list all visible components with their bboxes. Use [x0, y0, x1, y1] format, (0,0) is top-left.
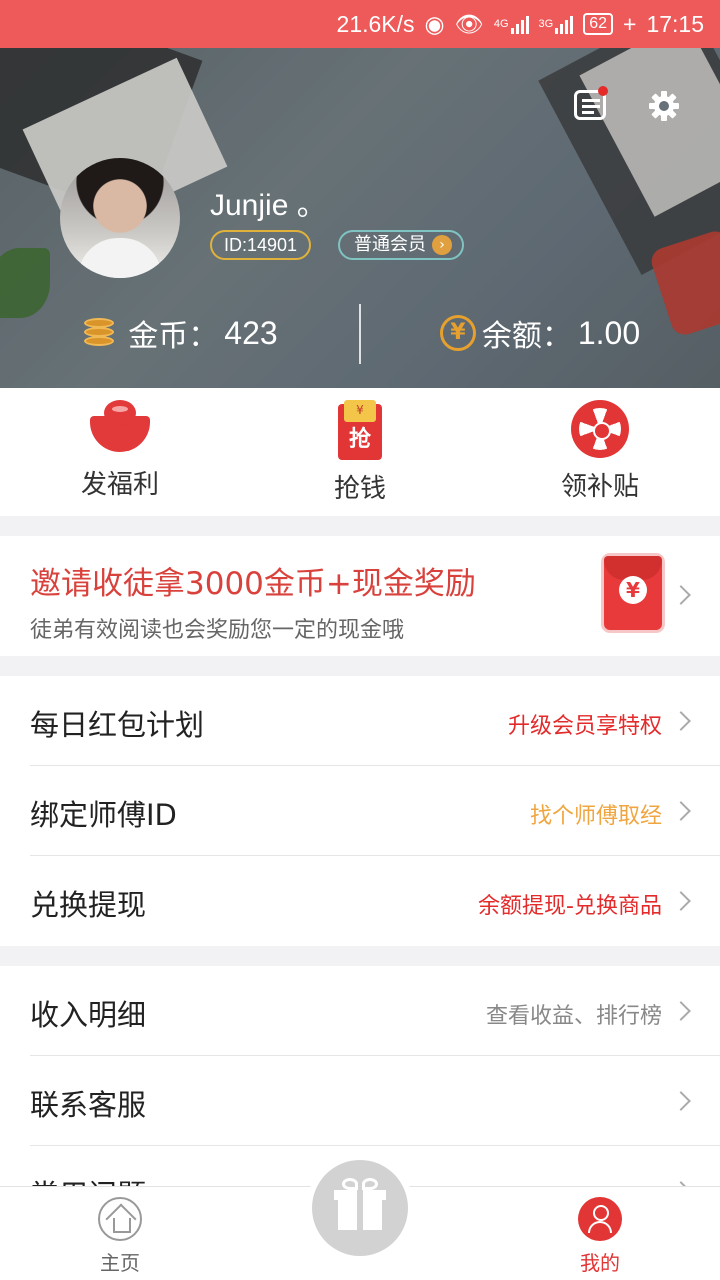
coins-label: 金币：	[128, 319, 219, 354]
hotspot-icon: ◉	[424, 10, 445, 37]
quick-action-label: 发福利	[80, 470, 159, 500]
balance-value: 1.00	[577, 314, 641, 351]
divider	[359, 304, 361, 364]
quick-action-label: 领补贴	[560, 472, 639, 502]
yen-icon: ¥	[439, 315, 476, 351]
menu-row-title: 每日红包计划	[30, 708, 205, 742]
avatar[interactable]	[60, 158, 180, 278]
stats-bar: 金币： 423 ¥ 余额： 1.00	[0, 298, 720, 368]
profile-header: Junjie 。 ID:14901 普通会员 › 金币： 423 ¥ 余额： 1…	[0, 48, 720, 388]
eye-icon: 👁	[454, 10, 484, 37]
quick-actions: 发福利 抢 ¥ 抢钱 领补贴	[0, 388, 720, 516]
menu-row-title: 兑换提现	[30, 888, 147, 922]
balance-stat[interactable]: ¥ 余额： 1.00	[360, 311, 720, 355]
invite-subtitle: 徒弟有效阅读也会奖励您一定的现金哦	[30, 618, 405, 643]
menu-row-bind-master[interactable]: 绑定师傅ID 找个师傅取经	[0, 766, 720, 856]
coins-icon	[82, 316, 122, 350]
tab-label: 我的	[580, 1251, 620, 1275]
coins-stat[interactable]: 金币： 423	[0, 311, 360, 355]
menu-row-title: 联系客服	[30, 1088, 147, 1122]
username: Junjie 。	[210, 189, 327, 222]
user-icon	[578, 1197, 622, 1241]
chevron-right-icon	[671, 711, 691, 731]
grab-money-icon: 抢 ¥	[334, 400, 386, 460]
menu-row-hint: 找个师傅取经	[529, 804, 662, 829]
balance-label: 余额：	[481, 319, 572, 354]
menu-row-title: 收入明细	[30, 998, 147, 1032]
menu-row-income[interactable]: 收入明细 查看收益、排行榜	[0, 966, 720, 1056]
chevron-right-icon	[671, 891, 691, 911]
chevron-right-icon	[671, 801, 691, 821]
tab-me[interactable]: 我的	[540, 1197, 660, 1276]
menu-row-daily-redpacket[interactable]: 每日红包计划 升级会员享特权	[0, 676, 720, 766]
chevron-right-icon: ›	[432, 235, 452, 255]
red-bowl-icon	[90, 400, 150, 456]
quick-action-label: 抢钱	[333, 474, 386, 504]
home-icon	[98, 1197, 142, 1241]
gift-button[interactable]	[312, 1160, 408, 1256]
menu-row-support[interactable]: 联系客服	[0, 1056, 720, 1146]
quick-action-subsidy[interactable]: 领补贴	[480, 388, 720, 516]
menu-row-title: 绑定师傅ID	[30, 798, 177, 832]
menu-row-hint: 升级会员享特权	[507, 714, 662, 739]
user-id-badge: ID:14901	[210, 230, 312, 260]
menu-row-hint: 余额提现-兑换商品	[478, 894, 662, 919]
menu-row-title: 常用问题	[30, 1172, 146, 1186]
signal-4g-icon: 4G	[494, 14, 529, 34]
chevron-right-icon	[671, 1091, 691, 1111]
clock: 17:15	[646, 10, 704, 37]
gear-icon[interactable]	[648, 90, 680, 122]
battery-icon: 62	[583, 13, 613, 35]
coins-value: 423	[224, 314, 278, 351]
invite-title: 邀请收徒拿3000金币+现金奖励	[30, 566, 476, 602]
member-level-badge[interactable]: 普通会员 ›	[338, 230, 464, 260]
menu-group-2: 收入明细 查看收益、排行榜 联系客服 常用问题	[0, 966, 720, 1186]
red-envelope-icon: ¥	[604, 556, 662, 630]
menu-row-withdraw[interactable]: 兑换提现 余额提现-兑换商品	[0, 856, 720, 946]
status-bar: 21.6K/s ◉ 👁 4G 3G 62 + 17:15	[0, 0, 720, 48]
gift-icon	[357, 1190, 363, 1230]
chevron-right-icon	[671, 585, 691, 605]
profile-page: 21.6K/s ◉ 👁 4G 3G 62 + 17:15 Junjie 。 ID…	[0, 0, 720, 1280]
tab-home[interactable]: 主页	[60, 1197, 180, 1276]
signal-3g-icon: 3G	[539, 14, 574, 34]
quick-action-grab[interactable]: 抢 ¥ 抢钱	[240, 388, 480, 516]
unread-dot	[598, 86, 608, 96]
tab-label: 主页	[100, 1251, 140, 1275]
menu-group-1: 每日红包计划 升级会员享特权 绑定师傅ID 找个师傅取经 兑换提现 余额提现-兑…	[0, 676, 720, 946]
chevron-right-icon	[671, 1001, 691, 1021]
member-level-label: 普通会员	[354, 234, 426, 255]
quick-action-welfare[interactable]: 发福利	[0, 388, 240, 516]
menu-row-hint: 查看收益、排行榜	[485, 1004, 662, 1029]
network-speed: 21.6K/s	[336, 10, 415, 37]
invite-banner[interactable]: 邀请收徒拿3000金币+现金奖励 徒弟有效阅读也会奖励您一定的现金哦 ¥	[0, 536, 720, 656]
red-wheel-icon	[571, 400, 629, 458]
charging-icon: +	[623, 10, 637, 37]
